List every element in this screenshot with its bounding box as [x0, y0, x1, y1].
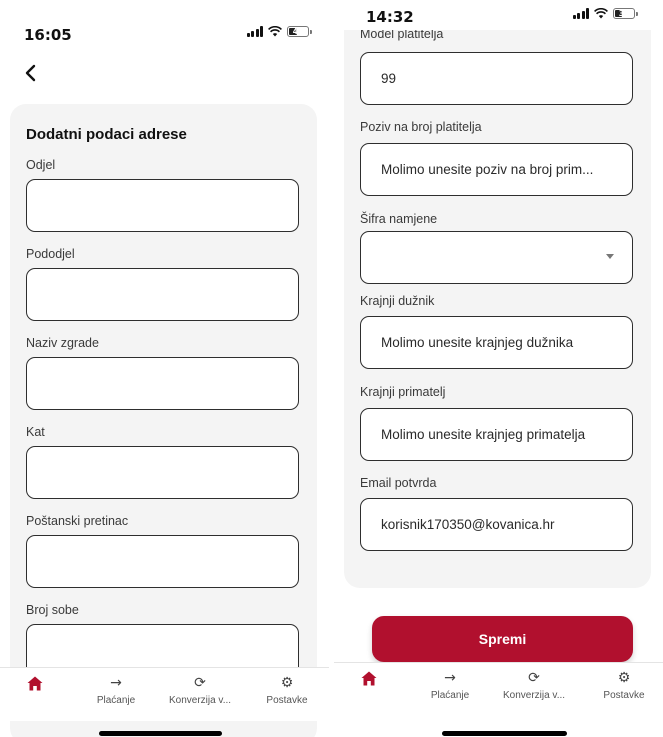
save-button[interactable]: Spremi [372, 616, 633, 662]
tab-label: Plaćanje [96, 695, 136, 706]
field-label: Poziv na broj platitelja [360, 120, 482, 134]
field-label: Pododjel [26, 247, 75, 261]
building-name-input[interactable] [26, 357, 299, 410]
field-label: Krajnji dužnik [360, 294, 435, 308]
payment-card: Model platitelja 99 Poziv na broj platit… [344, 0, 651, 588]
status-time: 16:05 [24, 26, 72, 44]
status-time: 14:32 [366, 8, 414, 26]
battery-icon: 41 [287, 26, 312, 37]
email-confirmation-input[interactable]: korisnik170350@kovanica.hr [360, 498, 633, 551]
wifi-icon [268, 26, 282, 37]
field-label: Naziv zgrade [26, 336, 99, 350]
tab-payments[interactable]: → Plaćanje [410, 669, 490, 701]
tab-conversion[interactable]: ⟳ Konverzija v... [494, 669, 574, 701]
purpose-code-select[interactable] [360, 231, 633, 284]
signal-icon [246, 26, 263, 37]
field-label: Krajnji primatelj [360, 385, 446, 399]
tab-payments[interactable]: → Plaćanje [76, 674, 156, 706]
status-icons: 41 [246, 26, 312, 37]
tab-label: Konverzija v... [502, 690, 566, 701]
tab-label: Plaćanje [430, 690, 470, 701]
gear-icon: ⚙ [617, 670, 631, 686]
tab-label: Postavke [603, 690, 645, 701]
po-box-input[interactable] [26, 535, 299, 588]
payer-reference-input[interactable]: Molimo unesite poziv na broj prim... [360, 143, 633, 196]
status-icons: 33 [572, 8, 638, 19]
status-bar: 14:32 33 [334, 0, 663, 30]
field-label: Šifra namjene [360, 212, 438, 226]
tab-label: Postavke [266, 695, 308, 706]
tab-settings[interactable]: ⚙ Postavke [247, 674, 327, 706]
field-label: Odjel [26, 158, 56, 172]
ultimate-creditor-input[interactable]: Molimo unesite krajnjeg primatelja [360, 408, 633, 461]
bottom-tab-bar: → Plaćanje ⟳ Konverzija v... ⚙ Postavke [334, 662, 663, 716]
payment-details-screen: Model platitelja 99 Poziv na broj platit… [334, 0, 663, 737]
field-label: Broj sobe [26, 603, 79, 617]
tab-label: Konverzija v... [168, 695, 232, 706]
department-input[interactable] [26, 179, 299, 232]
refresh-icon: ⟳ [528, 670, 540, 686]
arrow-right-icon: → [444, 670, 456, 686]
battery-level: 33 [618, 9, 630, 18]
field-label: Kat [26, 425, 45, 439]
ultimate-debtor-input[interactable]: Molimo unesite krajnjeg dužnika [360, 316, 633, 369]
chevron-down-icon [606, 254, 614, 259]
signal-icon [572, 8, 589, 19]
tab-settings[interactable]: ⚙ Postavke [584, 669, 663, 701]
section-title: Dodatni podaci adrese [26, 126, 187, 143]
status-bar: 16:05 41 [0, 0, 329, 44]
tab-home[interactable] [334, 669, 409, 687]
tab-home[interactable] [0, 674, 75, 692]
save-button-wrap: Spremi [372, 616, 633, 662]
home-icon [361, 669, 377, 687]
address-details-screen: 16:05 41 Dodatni podaci adrese Odjel Pod… [0, 0, 329, 737]
gear-icon: ⚙ [280, 675, 294, 691]
tab-conversion[interactable]: ⟳ Konverzija v... [160, 674, 240, 706]
chevron-left-icon [25, 64, 36, 82]
home-indicator [99, 731, 222, 736]
back-button[interactable] [22, 62, 42, 84]
field-label: Email potvrda [360, 476, 437, 490]
battery-icon: 33 [613, 8, 638, 19]
battery-level: 41 [292, 27, 304, 36]
arrow-right-icon: → [110, 675, 122, 691]
address-card: Dodatni podaci adrese Odjel Pododjel Naz… [10, 104, 317, 737]
refresh-icon: ⟳ [194, 675, 206, 691]
field-label: Poštanski pretinac [26, 514, 129, 528]
home-icon [27, 674, 43, 692]
payer-model-input[interactable]: 99 [360, 52, 633, 105]
floor-input[interactable] [26, 446, 299, 499]
bottom-tab-bar: → Plaćanje ⟳ Konverzija v... ⚙ Postavke [0, 667, 329, 721]
home-indicator [442, 731, 567, 736]
wifi-icon [594, 8, 608, 19]
subdepartment-input[interactable] [26, 268, 299, 321]
